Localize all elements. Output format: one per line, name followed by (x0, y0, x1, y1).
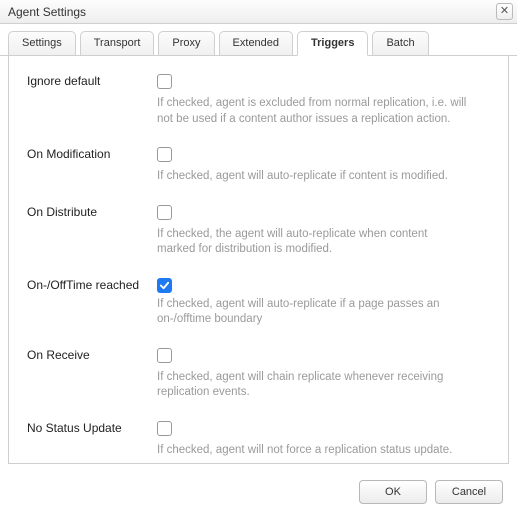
ok-button[interactable]: OK (359, 480, 427, 504)
label-no-status-update: No Status Update (27, 421, 157, 435)
dialog-footer: OK Cancel (359, 480, 503, 504)
tab-settings[interactable]: Settings (8, 31, 76, 56)
row-on-offtime: On-/OffTime reached If checked, agent wi… (27, 278, 490, 328)
row-on-distribute: On Distribute If checked, the agent will… (27, 205, 490, 258)
label-on-modification: On Modification (27, 147, 157, 161)
row-no-status-update: No Status Update If checked, agent will … (27, 421, 490, 459)
tab-triggers[interactable]: Triggers (297, 31, 368, 56)
label-on-distribute: On Distribute (27, 205, 157, 219)
label-on-receive: On Receive (27, 348, 157, 362)
tab-extended[interactable]: Extended (219, 31, 293, 56)
close-button[interactable]: ✕ (496, 3, 513, 20)
dialog-title: Agent Settings (8, 5, 86, 19)
cancel-button[interactable]: Cancel (435, 480, 503, 504)
desc-on-distribute: If checked, the agent will auto-replicat… (157, 227, 467, 258)
titlebar: Agent Settings ✕ (0, 0, 517, 24)
tab-transport[interactable]: Transport (80, 31, 155, 56)
desc-on-offtime: If checked, agent will auto-replicate if… (157, 297, 467, 328)
checkbox-no-status-update[interactable] (157, 421, 172, 436)
close-icon: ✕ (500, 6, 509, 17)
checkbox-on-modification[interactable] (157, 147, 172, 162)
row-on-receive: On Receive If checked, agent will chain … (27, 348, 490, 401)
check-icon (159, 280, 170, 291)
desc-on-receive: If checked, agent will chain replicate w… (157, 370, 467, 401)
tab-batch[interactable]: Batch (372, 31, 428, 56)
desc-no-status-update: If checked, agent will not force a repli… (157, 443, 467, 459)
label-ignore-default: Ignore default (27, 74, 157, 88)
tab-bar: Settings Transport Proxy Extended Trigge… (0, 24, 517, 56)
triggers-panel: Ignore default If checked, agent is excl… (8, 56, 509, 464)
row-on-modification: On Modification If checked, agent will a… (27, 147, 490, 185)
checkbox-ignore-default[interactable] (157, 74, 172, 89)
desc-ignore-default: If checked, agent is excluded from norma… (157, 96, 467, 127)
agent-settings-dialog: Agent Settings ✕ Settings Transport Prox… (0, 0, 517, 464)
desc-on-modification: If checked, agent will auto-replicate if… (157, 169, 467, 185)
checkbox-on-distribute[interactable] (157, 205, 172, 220)
label-on-offtime: On-/OffTime reached (27, 278, 157, 292)
row-ignore-default: Ignore default If checked, agent is excl… (27, 74, 490, 127)
tab-proxy[interactable]: Proxy (158, 31, 214, 56)
checkbox-on-receive[interactable] (157, 348, 172, 363)
checkbox-on-offtime[interactable] (157, 278, 172, 293)
